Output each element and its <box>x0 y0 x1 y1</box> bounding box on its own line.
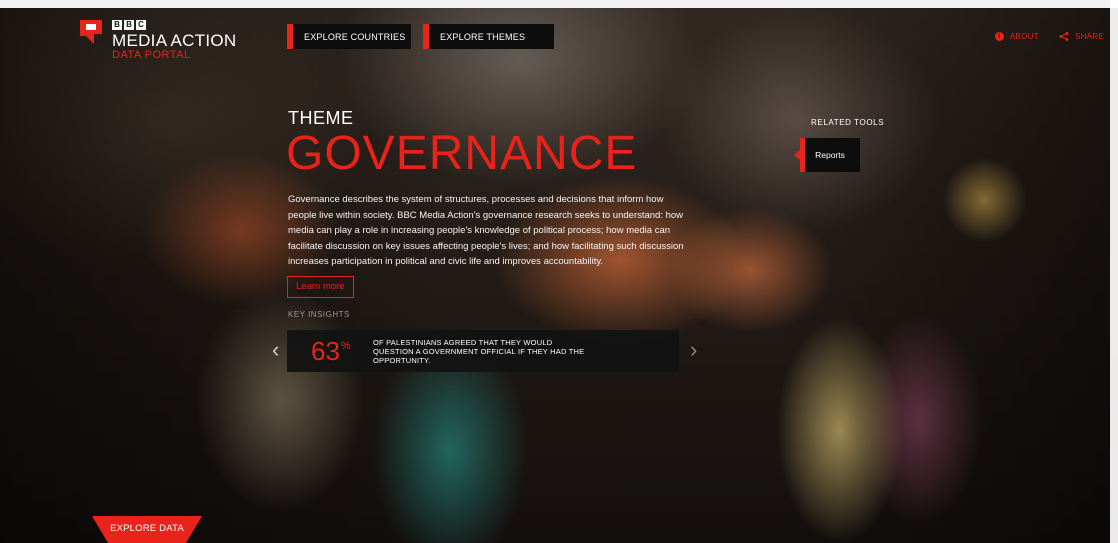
brand-subtitle: DATA PORTAL <box>112 49 191 61</box>
background-overlay <box>0 0 1118 543</box>
logo[interactable]: B B C MEDIA ACTION DATA PORTAL <box>80 20 237 61</box>
scrollbar-edge[interactable] <box>1110 0 1118 543</box>
explore-data-label: EXPLORE DATA <box>110 523 184 534</box>
logo-mark-icon <box>80 20 102 44</box>
nav-label: EXPLORE THEMES <box>440 31 526 42</box>
chevron-left-icon[interactable]: ‹ <box>272 339 279 361</box>
share-label: SHARE <box>1074 32 1104 41</box>
reports-accent-bar <box>800 138 805 172</box>
brand-name: MEDIA ACTION <box>112 31 237 50</box>
logo-text: B B C MEDIA ACTION DATA PORTAL <box>112 20 237 61</box>
nav-explore-countries[interactable]: EXPLORE COUNTRIES <box>287 24 411 49</box>
learn-more-button[interactable]: Learn more <box>287 276 354 298</box>
reports-button[interactable]: Reports <box>794 138 860 172</box>
page-title: GOVERNANCE <box>286 127 638 180</box>
key-insights-label: KEY INSIGHTS <box>288 310 350 319</box>
top-right-links: i ABOUT SHARE <box>994 32 1104 41</box>
nav-accent-bar <box>423 24 429 49</box>
nav-explore-themes[interactable]: EXPLORE THEMES <box>423 24 554 49</box>
nav-accent-bar <box>287 24 293 49</box>
bbc-block-b2: B <box>124 20 134 30</box>
nav-label: EXPLORE COUNTRIES <box>304 31 406 42</box>
bbc-block-b1: B <box>112 20 122 30</box>
theme-description: Governance describes the system of struc… <box>288 194 684 267</box>
insight-panel: 63% OF PALESTINIANS AGREED THAT THEY WOU… <box>287 330 679 372</box>
reports-label: Reports <box>815 150 845 160</box>
bbc-block-c: C <box>136 20 146 30</box>
explore-data-tab[interactable]: EXPLORE DATA <box>92 516 202 543</box>
bbc-blocks: B B C <box>112 20 237 30</box>
main-nav: EXPLORE COUNTRIES EXPLORE THEMES <box>287 24 566 49</box>
share-icon <box>1059 32 1069 41</box>
related-tools-label: RELATED TOOLS <box>811 118 885 127</box>
insight-value: 63 <box>311 335 340 366</box>
insight-text: OF PALESTINIANS AGREED THAT THEY WOULD Q… <box>373 337 585 365</box>
info-icon: i <box>994 32 1004 41</box>
about-label: ABOUT <box>1009 32 1039 41</box>
share-link[interactable]: SHARE <box>1059 32 1104 41</box>
chevron-right-icon[interactable]: › <box>690 339 697 361</box>
theme-label: THEME <box>288 108 354 128</box>
insight-stat: 63% <box>311 336 373 367</box>
browser-top-strip <box>0 0 1118 8</box>
insight-unit: % <box>340 339 351 352</box>
about-link[interactable]: i ABOUT <box>994 32 1039 41</box>
